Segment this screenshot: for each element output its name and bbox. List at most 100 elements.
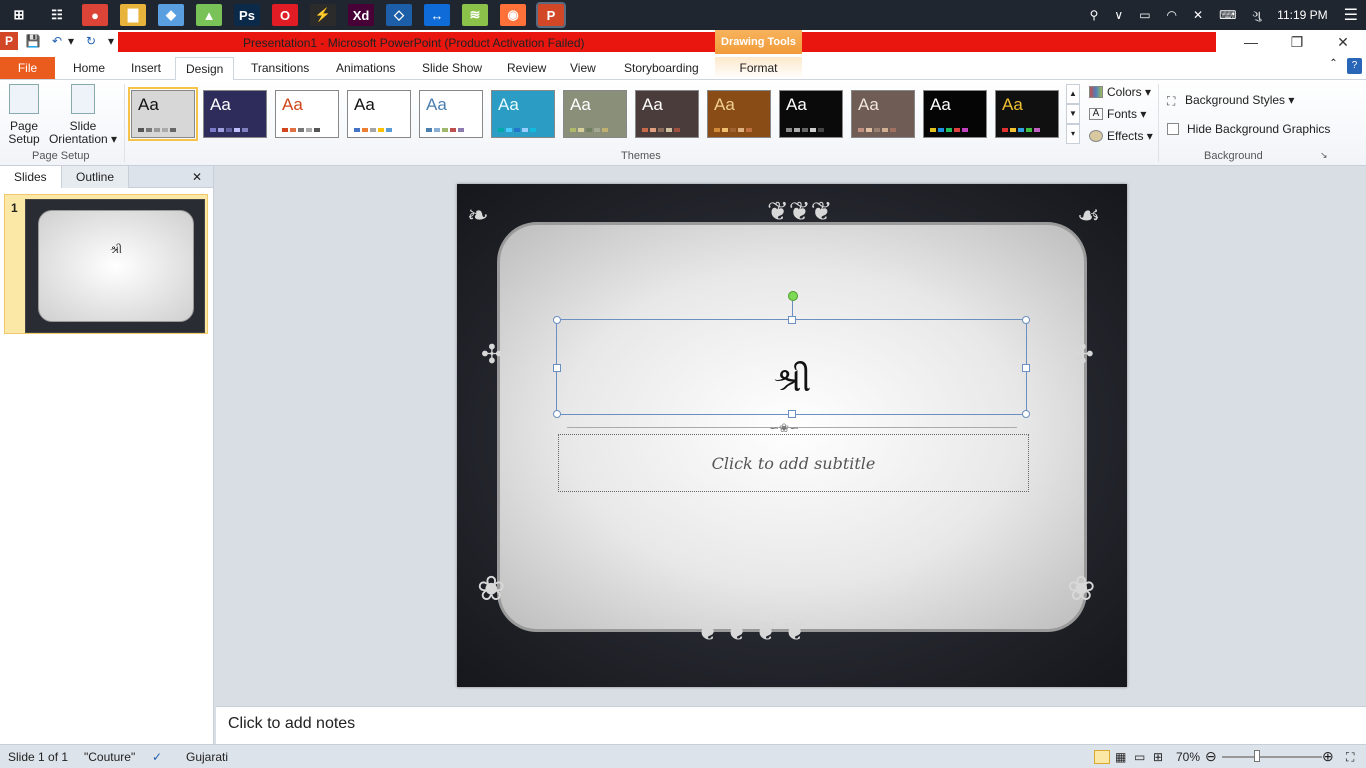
theme-thumbnail[interactable]: Aa	[275, 90, 339, 138]
chevron-up-icon[interactable]: ∨	[1114, 8, 1123, 22]
tab-outline[interactable]: Outline	[62, 166, 130, 188]
background-dialog-launcher-icon[interactable]: ↘	[1320, 150, 1328, 161]
android-studio-icon[interactable]: ▲	[196, 4, 222, 26]
tab-slide-show[interactable]: Slide Show	[412, 57, 492, 79]
powerpoint-app-icon[interactable]: P	[0, 32, 18, 50]
undo-icon[interactable]: ↶	[48, 32, 66, 50]
theme-thumbnail[interactable]: Aa	[128, 87, 198, 141]
tab-file[interactable]: File	[0, 57, 55, 79]
theme-thumbnail[interactable]: Aa	[779, 90, 843, 138]
background-styles-button[interactable]: ⛶ Background Styles ▾	[1167, 93, 1294, 108]
battery-icon[interactable]: ▭	[1139, 8, 1150, 22]
tab-home[interactable]: Home	[63, 57, 115, 79]
slide-title[interactable]: શ્રી	[557, 360, 1028, 400]
theme-thumbnail[interactable]: Aa	[923, 90, 987, 138]
theme-thumbnail[interactable]: Aa	[491, 90, 555, 138]
resize-handle[interactable]	[1022, 316, 1030, 324]
keyboard-icon[interactable]: ⌨	[1219, 8, 1236, 22]
resize-handle[interactable]	[1022, 410, 1030, 418]
tab-format[interactable]: Format	[715, 57, 802, 79]
slideshow-icon[interactable]: ⊞	[1153, 750, 1163, 764]
tab-slides[interactable]: Slides	[0, 166, 62, 188]
notes-pane[interactable]: Click to add notes	[216, 706, 1366, 744]
hide-background-graphics-checkbox[interactable]: Hide Background Graphics	[1167, 122, 1330, 136]
theme-thumbnail[interactable]: Aa	[635, 90, 699, 138]
subtitle-placeholder[interactable]: Click to add subtitle	[558, 434, 1029, 492]
theme-thumbnail[interactable]: Aa	[563, 90, 627, 138]
slide-thumbnail[interactable]: શ્રી	[25, 199, 205, 333]
theme-thumbnail[interactable]: Aa	[419, 90, 483, 138]
tab-transitions[interactable]: Transitions	[241, 57, 319, 79]
teamviewer-icon[interactable]: ↔	[424, 4, 450, 26]
wifi-icon[interactable]: ◠	[1167, 8, 1177, 22]
zoom-slider-thumb[interactable]	[1254, 750, 1260, 762]
restore-button[interactable]: ❐	[1274, 30, 1320, 54]
notification-icon[interactable]: ☰	[1344, 5, 1358, 25]
theme-thumbnail[interactable]: Aa	[347, 90, 411, 138]
adobe-xd-icon[interactable]: Xd	[348, 4, 374, 26]
close-button[interactable]: ✕	[1320, 30, 1366, 54]
powerpoint-icon[interactable]: P	[536, 2, 566, 28]
zoom-level[interactable]: 70%	[1176, 750, 1200, 764]
file-explorer-icon[interactable]: ▇	[120, 4, 146, 26]
reading-view-icon[interactable]: ▭	[1134, 750, 1145, 764]
fonts-button[interactable]: A Fonts ▾	[1089, 107, 1146, 121]
tab-storyboarding[interactable]: Storyboarding	[614, 57, 709, 79]
page-setup-button[interactable]: Page Setup	[6, 84, 42, 146]
redo-icon[interactable]: ↻	[82, 32, 100, 50]
zoom-slider[interactable]	[1222, 756, 1322, 758]
3d-box-icon[interactable]: ◆	[158, 4, 184, 26]
customize-qat-icon[interactable]: ▾	[106, 32, 116, 50]
tab-insert[interactable]: Insert	[121, 57, 171, 79]
resize-handle[interactable]	[553, 410, 561, 418]
spellcheck-icon[interactable]: ✓	[152, 750, 162, 764]
themes-more-icon[interactable]: ▾	[1066, 124, 1080, 144]
rotation-handle[interactable]	[788, 291, 798, 301]
zoom-out-icon[interactable]: ⊖	[1205, 748, 1217, 765]
tab-review[interactable]: Review	[497, 57, 556, 79]
ribbon-minimize-icon[interactable]: ⌃	[1326, 58, 1341, 80]
resize-handle[interactable]	[553, 364, 561, 372]
resize-handle[interactable]	[1022, 364, 1030, 372]
slide-thumbnail-selected[interactable]: 1 શ્રી	[4, 194, 208, 334]
photoshop-icon[interactable]: Ps	[234, 4, 260, 26]
opera-icon[interactable]: O	[272, 4, 298, 26]
close-panel-icon[interactable]: ✕	[186, 166, 208, 188]
tab-view[interactable]: View	[560, 57, 606, 79]
colors-button[interactable]: Colors ▾	[1089, 85, 1151, 99]
minimize-button[interactable]: —	[1228, 30, 1274, 54]
slide-canvas[interactable]: ❦❦❦ ❧ ☙ ✣ ✣ ❀ ❀ ❦ ❦ ❦ ❦ ∽❀∽ શ્રી Click t…	[457, 184, 1127, 687]
fit-to-window-icon[interactable]: ⛶	[1346, 750, 1354, 765]
resize-handle[interactable]	[553, 316, 561, 324]
undo-dropdown-icon[interactable]: ▾	[66, 32, 76, 50]
theme-thumbnail[interactable]: Aa	[203, 90, 267, 138]
theme-thumbnail[interactable]: Aa	[851, 90, 915, 138]
virtualbox-icon[interactable]: ◇	[386, 4, 412, 26]
resize-handle[interactable]	[788, 410, 796, 418]
effects-button[interactable]: Effects ▾	[1089, 129, 1153, 143]
zoomit-icon[interactable]: ⚡	[310, 4, 336, 26]
theme-thumbnail[interactable]: Aa	[995, 90, 1059, 138]
slide-sorter-icon[interactable]: ▦	[1115, 750, 1126, 764]
people-icon[interactable]: ⚲	[1090, 8, 1099, 22]
windows-start-icon[interactable]: ⊞	[6, 4, 32, 26]
slide-orientation-button[interactable]: Slide Orientation ▾	[46, 84, 120, 146]
chrome-icon[interactable]: ●	[82, 4, 108, 26]
zoom-in-icon[interactable]: ⊕	[1322, 748, 1334, 765]
clock[interactable]: 11:19 PM	[1277, 8, 1327, 22]
layers-app-icon[interactable]: ≋	[462, 4, 488, 26]
resize-handle[interactable]	[788, 316, 796, 324]
language-indicator[interactable]: ગુ	[1252, 8, 1261, 23]
volume-muted-icon[interactable]: ✕	[1193, 8, 1203, 22]
title-placeholder[interactable]: શ્રી	[553, 291, 1030, 418]
save-icon[interactable]: 💾	[24, 32, 42, 50]
task-view-icon[interactable]: ☷	[44, 4, 70, 26]
language[interactable]: Gujarati	[186, 750, 228, 764]
tab-design[interactable]: Design	[175, 57, 235, 81]
themes-scroll-up-icon[interactable]: ▲	[1066, 84, 1080, 104]
tab-animations[interactable]: Animations	[326, 57, 405, 79]
firefox-icon[interactable]: ◉	[500, 4, 526, 26]
normal-view-icon[interactable]	[1094, 750, 1110, 764]
theme-thumbnail[interactable]: Aa	[707, 90, 771, 138]
help-icon[interactable]: ?	[1347, 58, 1362, 74]
